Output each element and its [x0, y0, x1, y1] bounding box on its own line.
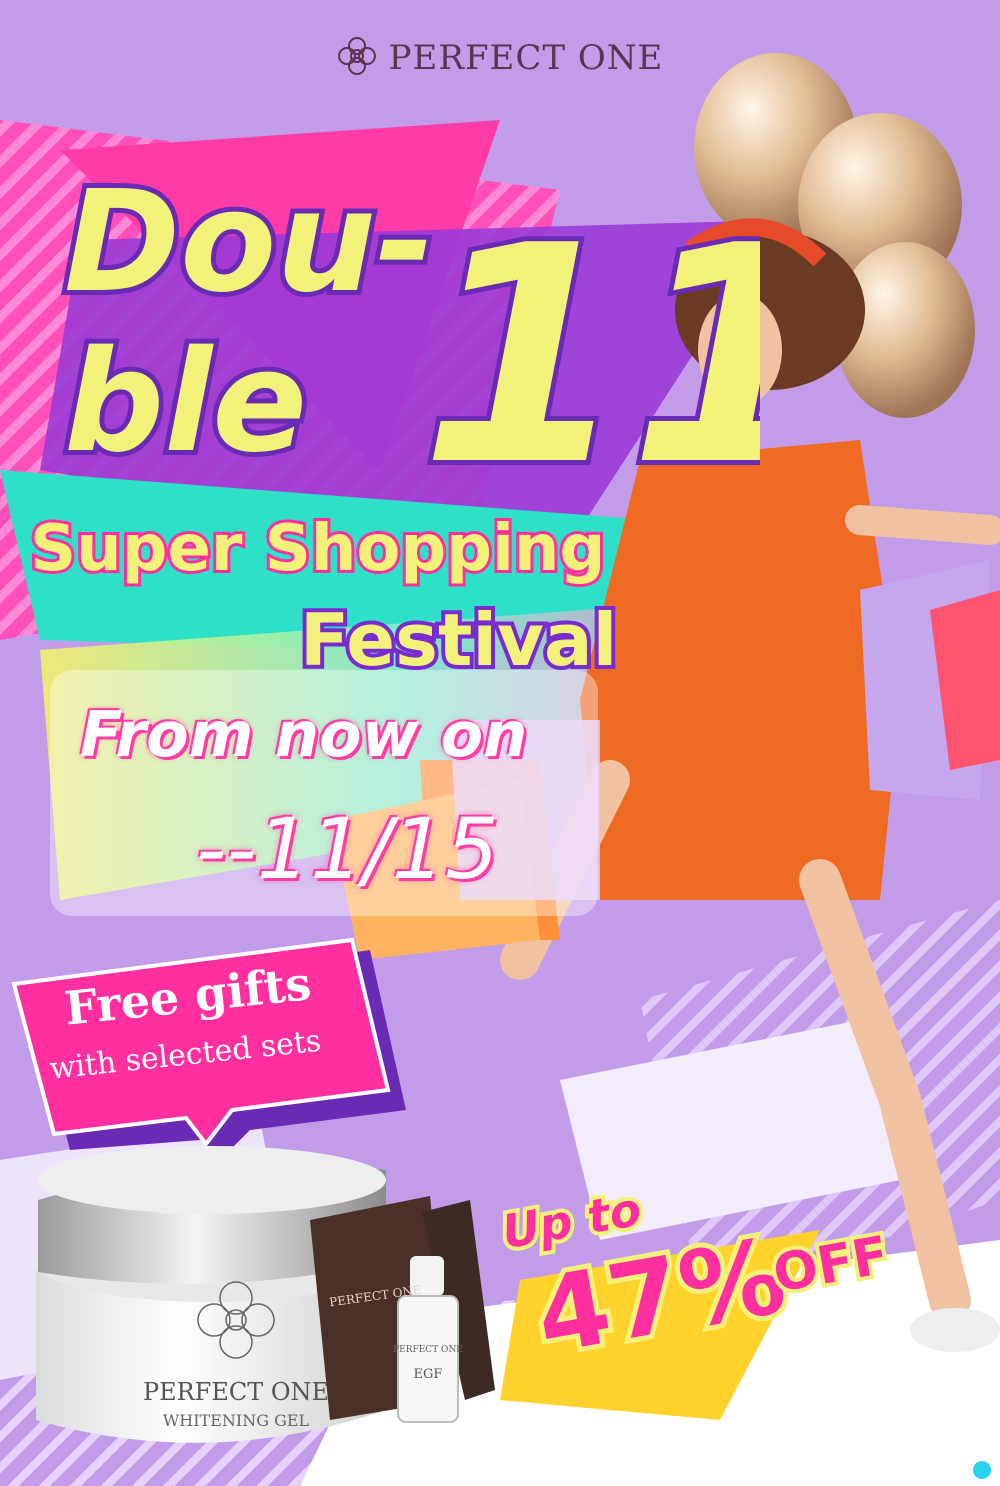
headline-word-part2: ble — [64, 321, 307, 484]
flower-mandala-icon — [337, 36, 377, 80]
subtitle-line2: Festival — [300, 598, 617, 680]
date-line1: From now on — [80, 698, 528, 771]
discount-suffix: OFF — [769, 1226, 893, 1305]
headline-number: 11 — [420, 182, 760, 520]
subtitle-line1: Super Shopping — [30, 512, 605, 586]
discount-badge: Up to 47% OFF — [494, 1178, 897, 1360]
headline-word-part1: Dou- — [64, 161, 434, 324]
date-line2: --11/15 — [196, 800, 499, 898]
subtitle: Super Shopping Festival — [27, 509, 621, 680]
jar-flower-icon — [197, 1281, 275, 1359]
promo-poster: PERFECT ONE Dou- ble 11 Super Shopping F… — [0, 0, 1000, 1486]
jar-product-name: WHITENING GEL — [163, 1411, 310, 1430]
headline: Dou- ble 11 — [59, 160, 760, 520]
bottle-brand: PERFECT ONE — [393, 1345, 463, 1355]
bottle-product-name: EGF — [414, 1367, 443, 1382]
jar-brand: PERFECT ONE — [143, 1378, 329, 1406]
product-labels: PERFECT ONE WHITENING GEL PERFECT ONE PE… — [143, 1281, 463, 1430]
brand-name: PERFECT ONE — [388, 38, 664, 78]
pouch-brand: PERFECT ONE — [328, 1283, 422, 1310]
brand-header: PERFECT ONE — [0, 36, 1000, 80]
